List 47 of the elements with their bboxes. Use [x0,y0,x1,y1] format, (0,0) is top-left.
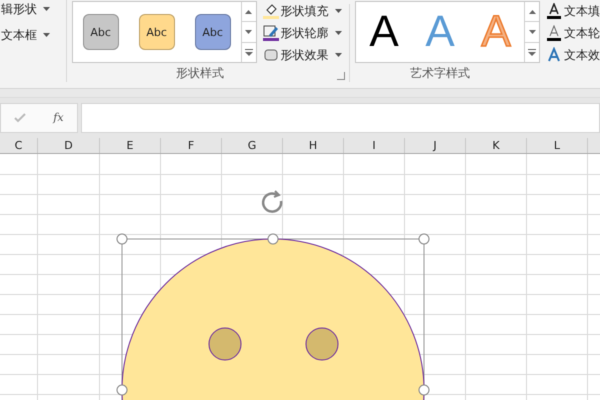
caret-icon [334,9,342,13]
resize-handle[interactable] [116,234,128,244]
formula-input[interactable] [81,102,600,132]
column-header[interactable]: D [38,138,100,153]
rotate-handle-icon[interactable] [262,190,282,213]
shape-style-swatch[interactable]: Abc [194,14,231,50]
down-arrow-icon [245,30,252,34]
text-effect-icon [546,47,562,63]
ribbon-command[interactable]: 文本效 [546,46,600,64]
text-fill-icon [546,3,562,19]
resize-handle[interactable] [418,234,430,244]
ribbon-command[interactable]: 形状效果 [262,46,342,64]
selected-shape[interactable] [122,238,424,400]
column-header[interactable]: J [405,138,466,153]
shape-style-swatch[interactable]: Abc [138,14,175,50]
ribbon-command[interactable]: 文本填 [546,2,600,20]
column-header[interactable]: I [344,138,405,153]
column-header[interactable]: F [161,138,222,153]
pen-icon [262,25,279,41]
column-header[interactable]: H [283,138,344,153]
group-label: 艺术字样式 [409,65,471,82]
expand-icon [528,48,536,56]
up-arrow-icon [528,10,536,14]
resize-handle[interactable] [418,384,430,396]
resize-handle[interactable] [268,234,278,244]
expand-icon [244,48,253,56]
ribbon-command[interactable]: 形状填充 [262,2,342,20]
up-arrow-icon [245,10,252,14]
ribbon-command[interactable]: 辑形状 [1,0,66,18]
dialog-launcher-icon[interactable] [337,72,345,80]
column-header[interactable]: L [527,138,588,153]
resize-handle[interactable] [116,384,128,396]
column-header[interactable]: K [466,138,527,153]
column-header[interactable]: G [222,138,283,153]
caret-icon [334,53,342,57]
group-label: 形状样式 [174,65,225,82]
column-header[interactable]: E [100,138,161,153]
insert-function-button[interactable]: fx [53,111,64,124]
ribbon-command[interactable]: 文本轮 [546,24,600,42]
column-header[interactable]: C [0,138,38,153]
text-outline-icon [546,25,562,41]
ribbon-command[interactable]: 文本框 [1,26,66,44]
check-icon[interactable] [14,112,26,122]
ribbon-command[interactable]: 形状轮廓 [262,24,342,42]
shape-style-swatch[interactable]: Abc [82,14,119,50]
caret-icon [334,31,342,35]
down-arrow-icon [528,30,536,34]
